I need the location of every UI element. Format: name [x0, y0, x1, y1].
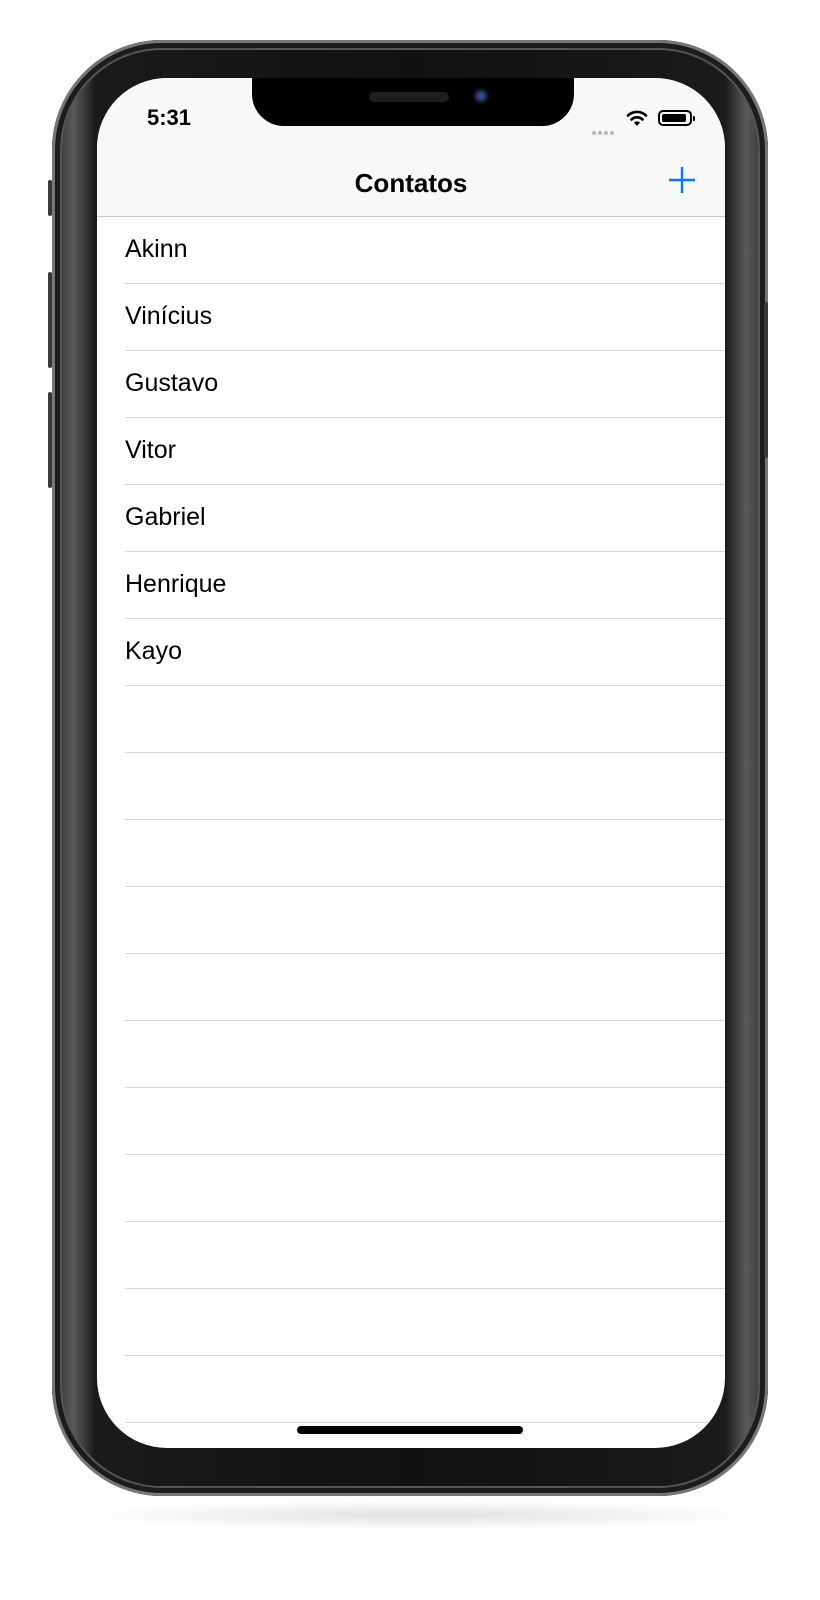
- contact-row[interactable]: Vinícius: [125, 284, 725, 351]
- status-time: 5:31: [147, 105, 192, 130]
- contact-name: Kayo: [125, 637, 182, 665]
- mute-switch: [48, 180, 52, 216]
- empty-row: [125, 753, 725, 820]
- empty-row: [125, 1356, 725, 1423]
- speaker-grille: [369, 92, 449, 102]
- contacts-table: Akinn Vinícius Gustavo Vitor Gabriel Henrique…: [97, 217, 725, 1423]
- wifi-icon: [626, 110, 648, 126]
- battery-icon: [658, 110, 695, 126]
- contact-name: Vitor: [125, 436, 176, 464]
- contact-row[interactable]: Gabriel: [125, 485, 725, 552]
- empty-row: [125, 1088, 725, 1155]
- empty-row: [125, 954, 725, 1021]
- plus-icon: [669, 167, 695, 193]
- home-indicator[interactable]: [297, 1426, 523, 1434]
- page-title: Contatos: [354, 168, 468, 198]
- contact-row[interactable]: Kayo: [125, 619, 725, 686]
- notch: [252, 78, 574, 126]
- volume-up-button: [48, 272, 52, 368]
- contact-name: Gabriel: [125, 503, 206, 531]
- contact-row[interactable]: Akinn: [125, 217, 725, 284]
- empty-row: [125, 820, 725, 887]
- power-button: [764, 302, 768, 458]
- empty-row: [125, 887, 725, 954]
- empty-row: [125, 1222, 725, 1289]
- contact-name: Henrique: [125, 570, 227, 598]
- cellular-signal-icon: [592, 122, 616, 140]
- front-camera: [473, 88, 489, 104]
- contact-row[interactable]: Gustavo: [125, 351, 725, 418]
- contact-name: Vinícius: [125, 302, 213, 330]
- empty-row: [125, 686, 725, 753]
- device-shadow: [80, 1500, 760, 1530]
- empty-row: [125, 1155, 725, 1222]
- add-contact-button[interactable]: [665, 160, 699, 200]
- contact-name: Akinn: [125, 235, 188, 263]
- contact-row[interactable]: Vitor: [125, 418, 725, 485]
- contact-name: Gustavo: [125, 369, 219, 397]
- navigation-bar: Contatos: [97, 158, 725, 217]
- empty-row: [125, 1021, 725, 1088]
- screen: 5:31 Contatos Akinn Vinícius Gustavo Vitor G…: [97, 78, 725, 1448]
- volume-down-button: [48, 392, 52, 488]
- contact-row[interactable]: Henrique: [125, 552, 725, 619]
- empty-row: [125, 1289, 725, 1356]
